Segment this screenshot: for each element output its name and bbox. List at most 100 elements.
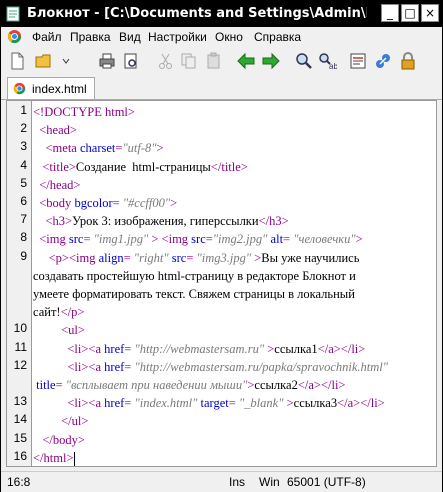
code-token: href [104, 341, 125, 356]
menu-help[interactable]: Справка [254, 30, 301, 44]
code-token: "_blank" [238, 396, 284, 411]
print-preview-icon[interactable] [121, 51, 141, 71]
menu-window[interactable]: Окно [215, 30, 243, 44]
line-number: 9 [20, 248, 27, 263]
line-number: 10 [13, 321, 27, 336]
insert-mode: Ins [229, 475, 246, 489]
code-token: = [83, 232, 94, 247]
code-line[interactable]: </ul> [33, 412, 88, 430]
line-number: 16 [13, 448, 27, 463]
code-token: сайт! [33, 305, 61, 320]
line-number: 15 [13, 430, 27, 445]
code-token: > [251, 250, 262, 265]
code-editor[interactable]: 1 2 3 4 5 6 7 8 9 10 11 12 13 14 15 16 <!DOCTYPE html> … [6, 100, 437, 467]
menu-file[interactable]: Файл [32, 30, 62, 44]
code-line[interactable]: <h3>Урок 3: изображения, гиперссылки</h3… [33, 212, 289, 230]
code-token: </title> [210, 159, 248, 174]
code-token: </ul> [33, 414, 89, 429]
code-token: > [170, 196, 178, 210]
code-line[interactable]: <p><img align= "right" src= "img3.jpg" >… [33, 249, 360, 267]
code-token: > [355, 232, 363, 247]
line-number: 11 [14, 339, 27, 354]
code-line[interactable]: title= "всплывает при наведении мыши">сс… [33, 376, 345, 394]
cut-icon[interactable] [156, 51, 176, 71]
code-token: </h3> [258, 214, 289, 229]
replace-icon[interactable]: ab [317, 51, 337, 71]
code-token: Вы уже научились [261, 250, 360, 265]
code-token: charset [79, 141, 116, 156]
svg-text:ab: ab [329, 62, 337, 71]
code-token: src [68, 232, 84, 247]
menu-view[interactable]: Вид [119, 30, 141, 44]
forward-arrow-icon[interactable] [261, 51, 281, 71]
code-token: <p><img [33, 250, 99, 265]
line-ending: Win [259, 475, 280, 489]
code-line[interactable]: <li><a href= "index.html" target= "_blan… [33, 394, 385, 412]
maximize-button[interactable]: □ [401, 4, 419, 22]
find-icon[interactable] [294, 51, 314, 71]
code-line[interactable]: </body> [33, 431, 85, 449]
paste-icon[interactable] [204, 51, 224, 71]
new-file-icon[interactable] [7, 51, 27, 71]
code-token: <head> [33, 123, 77, 138]
window-title: Блокнот - [C:\Documents and Settings\Adm… [27, 6, 367, 21]
code-token: src [191, 232, 206, 247]
tab-index-html[interactable]: index.html [7, 77, 95, 99]
code-line[interactable]: <!DOCTYPE html> [33, 103, 135, 121]
line-number-gutter: 1 2 3 4 5 6 7 8 9 10 11 12 13 14 15 16 [7, 101, 32, 466]
code-token: <li><a [33, 359, 105, 374]
line-number: 13 [13, 394, 27, 409]
line-number: 4 [20, 157, 27, 172]
line-number: 6 [20, 194, 27, 208]
code-line[interactable]: <body bgcolor= "#ccff00"> [33, 194, 177, 212]
code-line[interactable]: <li><a href= "http://webmastersam.ru/pap… [33, 358, 388, 376]
notepad-app-icon [6, 6, 20, 22]
encoding: 65001 (UTF-8) [287, 475, 366, 489]
code-line[interactable]: </html> [33, 449, 75, 466]
line-number: 1 [20, 103, 27, 117]
menu-settings[interactable]: Настройки [148, 30, 207, 44]
code-token: ссылка1 [274, 341, 318, 356]
title-bar[interactable]: Блокнот - [C:\Documents and Settings\Adm… [1, 1, 442, 27]
code-token: </a></li> [337, 396, 385, 411]
line-number: 3 [20, 139, 27, 154]
close-button[interactable]: × [421, 4, 439, 22]
menu-bar: Файл Правка Вид Настройки Окно Справка [1, 27, 442, 47]
code-line[interactable]: <ul> [33, 321, 85, 339]
code-token: = [186, 250, 197, 265]
code-line[interactable]: <head> [33, 121, 77, 139]
code-token: ссылка3 [293, 396, 338, 411]
plugin-icon[interactable] [373, 51, 393, 71]
code-token: <ul> [33, 323, 85, 338]
code-token: </html> [33, 450, 74, 465]
show-list-icon[interactable] [348, 51, 368, 71]
back-arrow-icon[interactable] [236, 51, 256, 71]
code-line[interactable]: </head> [33, 176, 80, 194]
code-line[interactable]: <img src= "img1.jpg" > <img src="img2.jp… [33, 230, 363, 248]
minimize-button[interactable]: _ [381, 4, 399, 22]
code-line[interactable]: <li><a href= "http://webmastersam.ru" >с… [33, 340, 365, 358]
code-token: "человечки" [293, 232, 356, 247]
menu-edit[interactable]: Правка [70, 30, 111, 44]
cursor-position: 16:8 [7, 475, 31, 489]
code-token: <img [33, 232, 69, 247]
browser-logo-icon [7, 29, 22, 44]
code-line[interactable]: <meta charset="utf-8"> [33, 139, 164, 157]
print-icon[interactable] [97, 51, 117, 71]
code-token: "utf-8" [122, 141, 157, 156]
code-token: умеете форматировать текст. Свяжем стран… [33, 287, 355, 301]
code-line[interactable]: сайт!</p> [33, 303, 84, 321]
code-token: = [228, 396, 239, 411]
open-folder-icon[interactable] [34, 51, 54, 71]
code-line[interactable]: умеете форматировать текст. Свяжем стран… [33, 285, 355, 303]
code-token: align [98, 250, 124, 265]
code-line[interactable]: создавать простейшую html-страницу в ред… [33, 267, 356, 285]
code-token: > [283, 396, 294, 411]
code-token: "right" [133, 250, 169, 265]
line-number: 7 [20, 212, 27, 227]
lock-icon[interactable] [398, 51, 418, 71]
copy-icon[interactable] [179, 51, 199, 71]
code-token: <li><a [33, 396, 105, 411]
save-icon[interactable] [54, 51, 74, 71]
code-line[interactable]: <title>Создание html-страницы</title> [33, 158, 248, 176]
